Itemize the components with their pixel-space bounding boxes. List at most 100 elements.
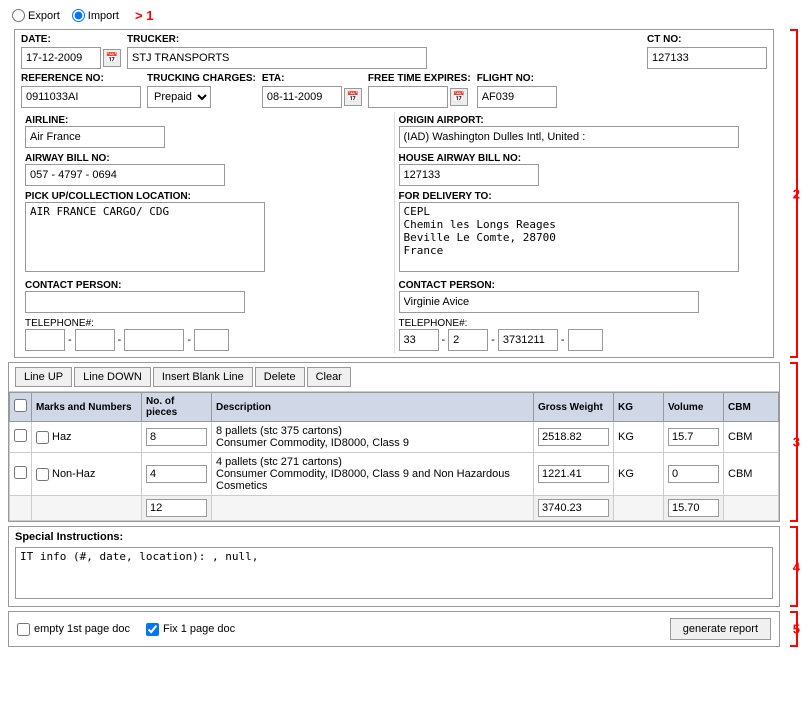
airline-label: AIRLINE: [25,115,68,126]
row2-nonhaz-label: Non-Haz [52,468,95,480]
fix-page-check-label[interactable]: Fix 1 page doc [146,623,235,636]
row-date-trucker-ct: DATE: 📅 Trucker: CT NO: [21,34,767,69]
phone-sep-3: - [186,334,192,346]
row1-checkbox[interactable] [14,429,27,442]
summary-volume-input[interactable] [668,499,719,517]
empty-page-label: empty 1st page doc [34,623,130,635]
row1-weight-input[interactable] [538,428,609,446]
eta-calendar-btn[interactable]: 📅 [344,88,362,106]
row2-weight-input[interactable] [538,465,609,483]
row-ref-trucking-eta: REFERENCE NO: TRUCKING CHARGES: Prepaid … [21,73,767,108]
trucking-label: TRUCKING CHARGES: [147,73,256,84]
row-awb-hawb: AIRWAY BILL NO: HOUSE AIRWAY BILL NO: [21,150,767,188]
row2-desc-cell: 4 pallets (stc 271 cartons)Consumer Comm… [212,453,534,496]
table-summary-row [10,496,779,521]
empty-page-checkbox[interactable] [17,623,30,636]
tel-left-1[interactable] [25,329,65,351]
awb-label: AIRWAY BILL NO: [25,153,110,164]
trucker-input[interactable] [127,47,427,69]
clear-btn[interactable]: Clear [307,367,351,387]
row1-volume-input[interactable] [668,428,719,446]
contact-right-input[interactable] [399,291,699,313]
row2-haz-cell: Non-Haz [32,453,142,496]
row1-checkbox-cell [10,422,32,453]
delete-btn[interactable]: Delete [255,367,305,387]
row2-haz-checkbox[interactable] [36,468,49,481]
row-airline-origin: AIRLINE: ORIGIN AIRPORT: [21,112,767,150]
summary-weight-cell [534,496,614,521]
tel-left-4[interactable] [194,329,229,351]
select-all-checkbox[interactable] [14,399,27,412]
awb-input[interactable] [25,164,225,186]
export-radio[interactable]: Export [12,9,60,22]
refno-label: REFERENCE NO: [21,73,141,84]
freetime-input[interactable] [368,86,448,108]
delivery-textarea[interactable]: CEPL Chemin les Longs Reages Beville Le … [399,202,739,272]
contact-left-input[interactable] [25,291,245,313]
row1-kg-label: KG [618,431,634,443]
row2-pieces-input[interactable] [146,465,207,483]
fix-page-checkbox[interactable] [146,623,159,636]
row2-cbm-cell: CBM [724,453,779,496]
summary-empty-2 [32,496,142,521]
freetime-label: FREE TIME EXPIRES: [368,73,471,84]
summary-weight-input[interactable] [538,499,609,517]
mode-radio-group: Export Import [12,9,119,22]
date-calendar-btn[interactable]: 📅 [103,49,121,67]
flightno-input[interactable] [477,86,557,108]
hawb-input[interactable] [399,164,539,186]
tel-right-2[interactable] [448,329,488,351]
trucking-charges-select[interactable]: Prepaid Collect [147,86,211,108]
tel-left-3[interactable] [124,329,184,351]
line-down-btn[interactable]: Line DOWN [74,367,151,387]
summary-pieces-input[interactable] [146,499,207,517]
row1-cbm-label: CBM [728,431,752,443]
contact-right-label: CONTACT PERSON: [399,280,495,291]
awb-col: AIRWAY BILL NO: [21,150,395,188]
airline-input[interactable] [25,126,165,148]
th-pieces: No. of pieces [142,393,212,422]
refno-input[interactable] [21,86,141,108]
ctno-input[interactable] [647,47,767,69]
row2-kg-cell: KG [614,453,664,496]
freetime-calendar-btn[interactable]: 📅 [450,88,468,106]
tel-right-1[interactable] [399,329,439,351]
tel-left-2[interactable] [75,329,115,351]
hawb-label: HOUSE AIRWAY BILL NO: [399,153,522,164]
table-header-row: Marks and Numbers No. of pieces Descript… [10,393,779,422]
generate-report-btn[interactable]: generate report [670,618,771,640]
summary-volume-cell [664,496,724,521]
row1-pieces-cell [142,422,212,453]
row1-pieces-input[interactable] [146,428,207,446]
row2-weight-cell [534,453,614,496]
import-radio-input[interactable] [72,9,85,22]
row1-haz-checkbox[interactable] [36,431,49,444]
origin-airport-input[interactable] [399,126,739,148]
tel-right-label: Telephone#: [399,318,468,329]
phone-sep-2: - [117,334,123,346]
freetime-group: FREE TIME EXPIRES: 📅 [368,73,471,108]
insert-blank-btn[interactable]: Insert Blank Line [153,367,253,387]
ctno-label: CT NO: [647,34,767,45]
phone-sep-1: - [67,334,73,346]
th-description: Description [212,393,534,422]
pickup-col: PICK UP/COLLECTION LOCATION: AIR FRANCE … [21,188,395,277]
row2-checkbox-cell [10,453,32,496]
tel-right-3[interactable] [498,329,558,351]
row2-volume-input[interactable] [668,465,719,483]
import-radio[interactable]: Import [72,9,119,22]
pickup-textarea[interactable]: AIR FRANCE CARGO/ CDG [25,202,265,272]
export-radio-input[interactable] [12,9,25,22]
table-row: Haz 8 pallets (stc 375 cartons)Consumer … [10,422,779,453]
special-instructions-textarea[interactable]: IT info (#, date, location): , null, [15,547,773,599]
empty-page-check-label[interactable]: empty 1st page doc [17,623,130,636]
row2-desc: 4 pallets (stc 271 cartons)Consumer Comm… [216,456,510,492]
line-up-btn[interactable]: Line UP [15,367,72,387]
tel-right-4[interactable] [568,329,603,351]
summary-empty-1 [10,496,32,521]
phone-right-row: - - - [399,329,764,351]
section5: empty 1st page doc Fix 1 page doc genera… [8,611,780,647]
eta-input[interactable] [262,86,342,108]
date-input[interactable] [21,47,101,69]
row2-checkbox[interactable] [14,466,27,479]
